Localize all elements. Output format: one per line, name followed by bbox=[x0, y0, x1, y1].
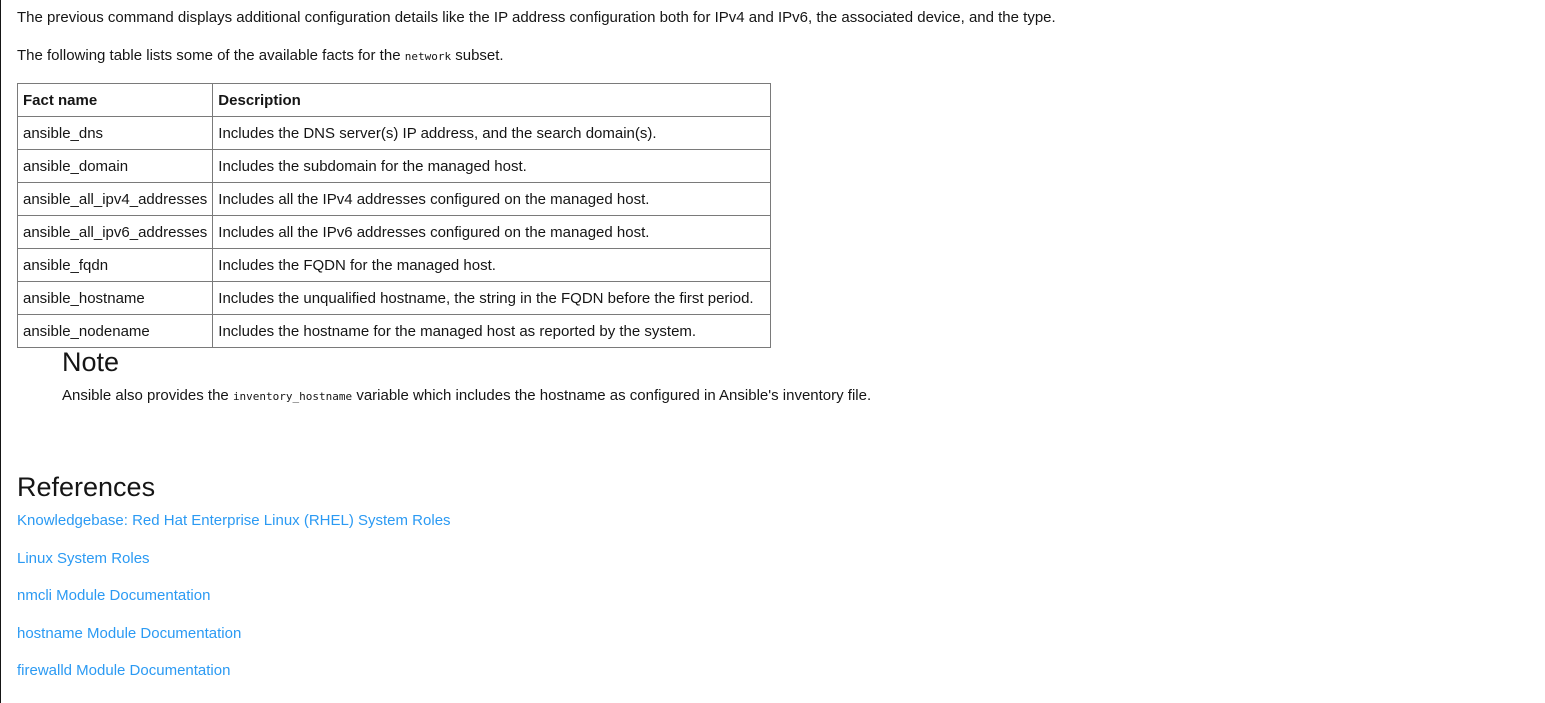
table-row: ansible_dns Includes the DNS server(s) I… bbox=[16, 116, 772, 150]
column-header-fact-name: Fact name bbox=[16, 83, 214, 117]
table-row: ansible_domain Includes the subdomain fo… bbox=[16, 149, 772, 183]
table-row: ansible_hostname Includes the unqualifie… bbox=[16, 281, 772, 315]
table-lead-paragraph: The following table lists some of the av… bbox=[17, 46, 504, 67]
table-lead-text: The following table lists some of the av… bbox=[17, 47, 405, 64]
fact-description-cell: Includes all the IPv6 addresses configur… bbox=[212, 215, 772, 249]
inventory-hostname-code: inventory_hostname bbox=[232, 390, 353, 403]
fact-name-cell: ansible_hostname bbox=[16, 281, 214, 315]
fact-name-cell: ansible_all_ipv6_addresses bbox=[16, 215, 214, 249]
network-code: network bbox=[404, 50, 452, 63]
table-header-row: Fact name Description bbox=[16, 83, 772, 117]
intro-paragraph: The previous command displays additional… bbox=[17, 9, 1056, 26]
fact-description-cell: Includes the FQDN for the managed host. bbox=[212, 248, 772, 282]
table-row: ansible_all_ipv4_addresses Includes all … bbox=[16, 182, 772, 216]
note-text-end: variable which includes the hostname as … bbox=[352, 387, 872, 404]
facts-table: Fact name Description ansible_dns Includ… bbox=[16, 83, 772, 348]
fact-name-cell: ansible_domain bbox=[16, 149, 214, 183]
reference-link-hostname-module[interactable]: hostname Module Documentation bbox=[17, 624, 241, 644]
fact-name-cell: ansible_dns bbox=[16, 116, 214, 150]
reference-link-rhel-system-roles[interactable]: Knowledgebase: Red Hat Enterprise Linux … bbox=[17, 511, 451, 531]
reference-link-firewalld-module[interactable]: firewalld Module Documentation bbox=[17, 661, 230, 681]
fact-description-cell: Includes the subdomain for the managed h… bbox=[212, 149, 772, 183]
fact-name-cell: ansible_nodename bbox=[16, 314, 214, 348]
reference-link-linux-system-roles[interactable]: Linux System Roles bbox=[17, 549, 150, 569]
note-paragraph: Ansible also provides the inventory_host… bbox=[62, 386, 871, 407]
table-lead-text-end: subset. bbox=[451, 47, 504, 64]
column-header-description: Description bbox=[212, 83, 772, 117]
note-text: Ansible also provides the bbox=[62, 387, 233, 404]
note-heading: Note bbox=[62, 347, 120, 377]
fact-name-cell: ansible_all_ipv4_addresses bbox=[16, 182, 214, 216]
table-row: ansible_fqdn Includes the FQDN for the m… bbox=[16, 248, 772, 282]
fact-description-cell: Includes the DNS server(s) IP address, a… bbox=[212, 116, 772, 150]
fact-description-cell: Includes the unqualified hostname, the s… bbox=[212, 281, 772, 315]
references-heading: References bbox=[17, 472, 156, 502]
reference-link-nmcli-module[interactable]: nmcli Module Documentation bbox=[17, 586, 210, 606]
table-row: ansible_all_ipv6_addresses Includes all … bbox=[16, 215, 772, 249]
fact-description-cell: Includes the hostname for the managed ho… bbox=[212, 314, 772, 348]
table-row: ansible_nodename Includes the hostname f… bbox=[16, 314, 772, 348]
document-page: The previous command displays additional… bbox=[0, 0, 1545, 703]
fact-description-cell: Includes all the IPv4 addresses configur… bbox=[212, 182, 772, 216]
fact-name-cell: ansible_fqdn bbox=[16, 248, 214, 282]
